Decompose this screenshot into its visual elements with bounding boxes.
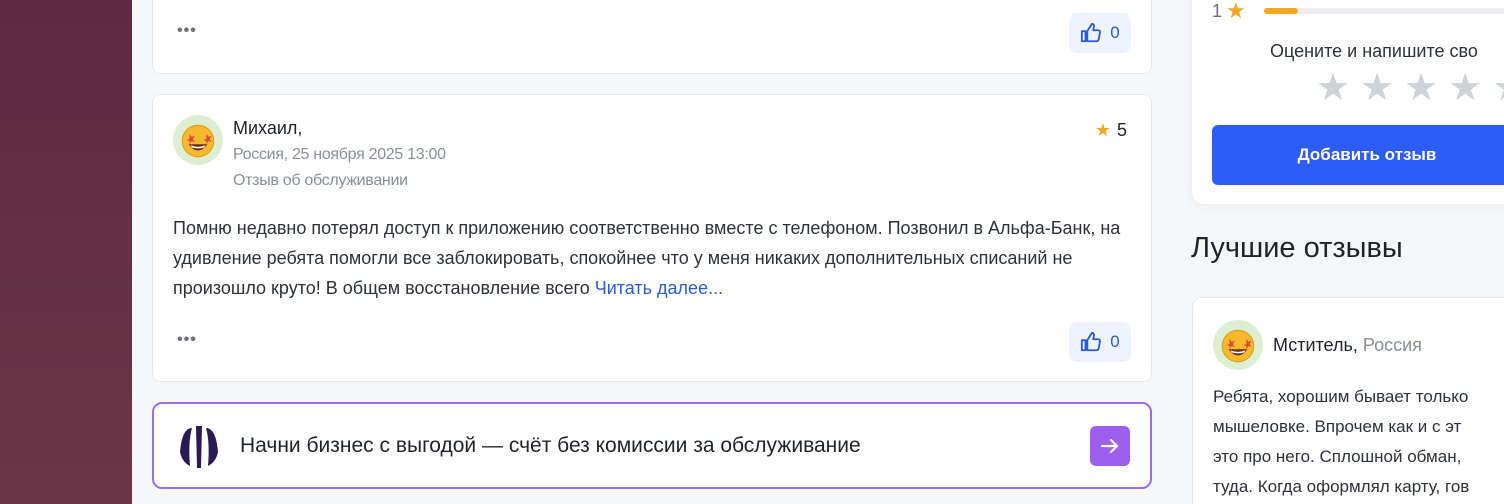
more-options-button[interactable]: •••: [177, 22, 197, 40]
one-star-label: 1: [1212, 0, 1223, 21]
arrow-right-icon: [1100, 438, 1119, 454]
rate-star-5-icon[interactable]: ★: [1492, 68, 1504, 108]
review-card: Михаил, Россия, 25 ноября 2025 13:00 Отз…: [152, 94, 1152, 382]
best-review-text: Ребята, хорошим бывает только мышеловке.…: [1213, 382, 1504, 502]
rate-star-4-icon[interactable]: ★: [1448, 68, 1482, 108]
emoji-avatar-icon: [1221, 329, 1255, 363]
rating-widget: 1 ★ Оцените и напишите сво ★ ★ ★ ★ ★ Доб…: [1192, 0, 1504, 204]
one-star-bar: [1264, 8, 1504, 14]
rate-star-2-icon[interactable]: ★: [1360, 68, 1394, 108]
rate-star-3-icon[interactable]: ★: [1404, 68, 1438, 108]
best-author-name: Мститель: [1273, 335, 1353, 355]
best-review-card: Мститель, Россия Ребята, хорошим бывает …: [1192, 297, 1504, 504]
review-author: Михаил,: [233, 118, 303, 138]
one-star-bar-fill: [1264, 8, 1298, 14]
rate-prompt: Оцените и напишите сво: [1270, 41, 1478, 61]
promo-banner[interactable]: Начни бизнес с выгодой — счёт без комисс…: [152, 402, 1152, 489]
best-review-line: это про него. Сплошной обман,: [1213, 447, 1462, 466]
review-rating: ★ 5: [1095, 120, 1127, 141]
emoji-avatar-icon: [181, 124, 215, 158]
like-button[interactable]: 0: [1069, 13, 1131, 53]
thumb-up-icon: [1081, 331, 1102, 352]
best-review-line: мышеловке. Впрочем как и с эт: [1213, 417, 1462, 436]
add-review-button[interactable]: Добавить отзыв: [1212, 125, 1504, 185]
rate-stars: ★ ★ ★ ★ ★: [1316, 68, 1504, 108]
review-type: Отзыв об обслуживании: [233, 172, 408, 189]
rate-star-1-icon[interactable]: ★: [1316, 68, 1350, 108]
review-meta: Россия, 25 ноября 2025 13:00: [233, 146, 446, 163]
star-icon: ★: [1226, 0, 1246, 23]
star-icon: ★: [1094, 120, 1111, 140]
best-review-line: туда. Когда оформлял карту, гов: [1213, 477, 1470, 496]
best-reviews-title: Лучшие отзывы: [1191, 232, 1403, 264]
rating-value: 5: [1116, 120, 1127, 140]
previous-review-card: ••• 0: [152, 0, 1152, 74]
best-review-line: Ребята, хорошим бывает только: [1213, 387, 1469, 406]
left-background-strip: [0, 0, 132, 504]
promo-arrow-button[interactable]: [1090, 426, 1130, 466]
like-button[interactable]: 0: [1069, 322, 1131, 362]
more-options-button[interactable]: •••: [177, 331, 197, 349]
read-more-link[interactable]: Читать далее...: [595, 278, 723, 298]
alfa-logo-icon: [180, 426, 218, 468]
best-author-country: Россия: [1362, 335, 1422, 355]
one-star-row: 1 ★: [1212, 0, 1246, 24]
thumb-up-icon: [1081, 22, 1102, 43]
avatar: [1213, 320, 1263, 370]
promo-text: Начни бизнес с выгодой — счёт без комисс…: [240, 434, 861, 457]
like-count: 0: [1110, 23, 1120, 42]
best-review-author: Мститель, Россия: [1273, 335, 1422, 355]
review-text: Помню недавно потерял доступ к приложени…: [173, 213, 1123, 303]
like-count: 0: [1110, 332, 1120, 351]
avatar: [173, 115, 223, 165]
